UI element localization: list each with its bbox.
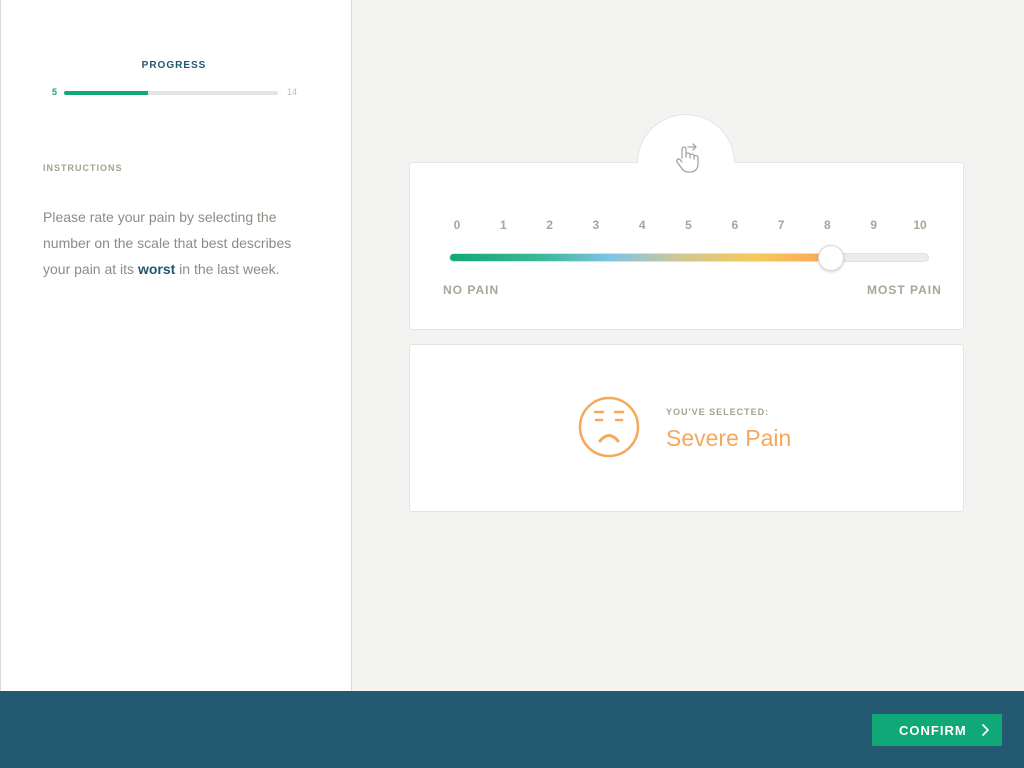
scale-tick-4[interactable]: 4 <box>639 218 646 232</box>
instructions-text: Please rate your pain by selecting the n… <box>43 204 313 282</box>
scale-tick-9[interactable]: 9 <box>870 218 877 232</box>
progress-title: PROGRESS <box>141 60 207 71</box>
instructions-text-after: in the last week. <box>175 261 280 277</box>
hand-pointer-icon <box>676 143 699 173</box>
pain-slider-track[interactable] <box>449 253 929 262</box>
sidebar: PROGRESS 5 14 INSTRUCTIONS Please rate y… <box>0 0 352 691</box>
scale-tick-0[interactable]: 0 <box>454 218 461 232</box>
selected-value: Severe Pain <box>666 425 792 451</box>
pain-slider-fill <box>450 254 833 261</box>
scale-tick-8[interactable]: 8 <box>824 218 831 232</box>
chevron-right-icon <box>982 724 989 736</box>
scale-tick-2[interactable]: 2 <box>546 218 553 232</box>
sad-face-icon <box>578 396 640 458</box>
instructions-title: INSTRUCTIONS <box>43 163 123 173</box>
scale-tick-10[interactable]: 10 <box>913 218 926 232</box>
selected-caption: YOU'VE SELECTED: <box>666 407 770 417</box>
most-pain-label: MOST PAIN <box>867 283 942 297</box>
no-pain-label: NO PAIN <box>443 283 500 297</box>
footer-bar <box>0 691 1024 768</box>
scale-tick-3[interactable]: 3 <box>593 218 600 232</box>
progress-bar <box>64 91 278 95</box>
scale-tick-1[interactable]: 1 <box>500 218 507 232</box>
progress-bar-fill <box>64 91 149 95</box>
scale-tick-6[interactable]: 6 <box>731 218 738 232</box>
scale-tick-5[interactable]: 5 <box>685 218 692 232</box>
progress-total: 14 <box>287 87 298 97</box>
scale-tick-7[interactable]: 7 <box>778 218 785 232</box>
instructions-text-emphasis: worst <box>137 261 176 277</box>
progress-current: 5 <box>52 87 58 97</box>
